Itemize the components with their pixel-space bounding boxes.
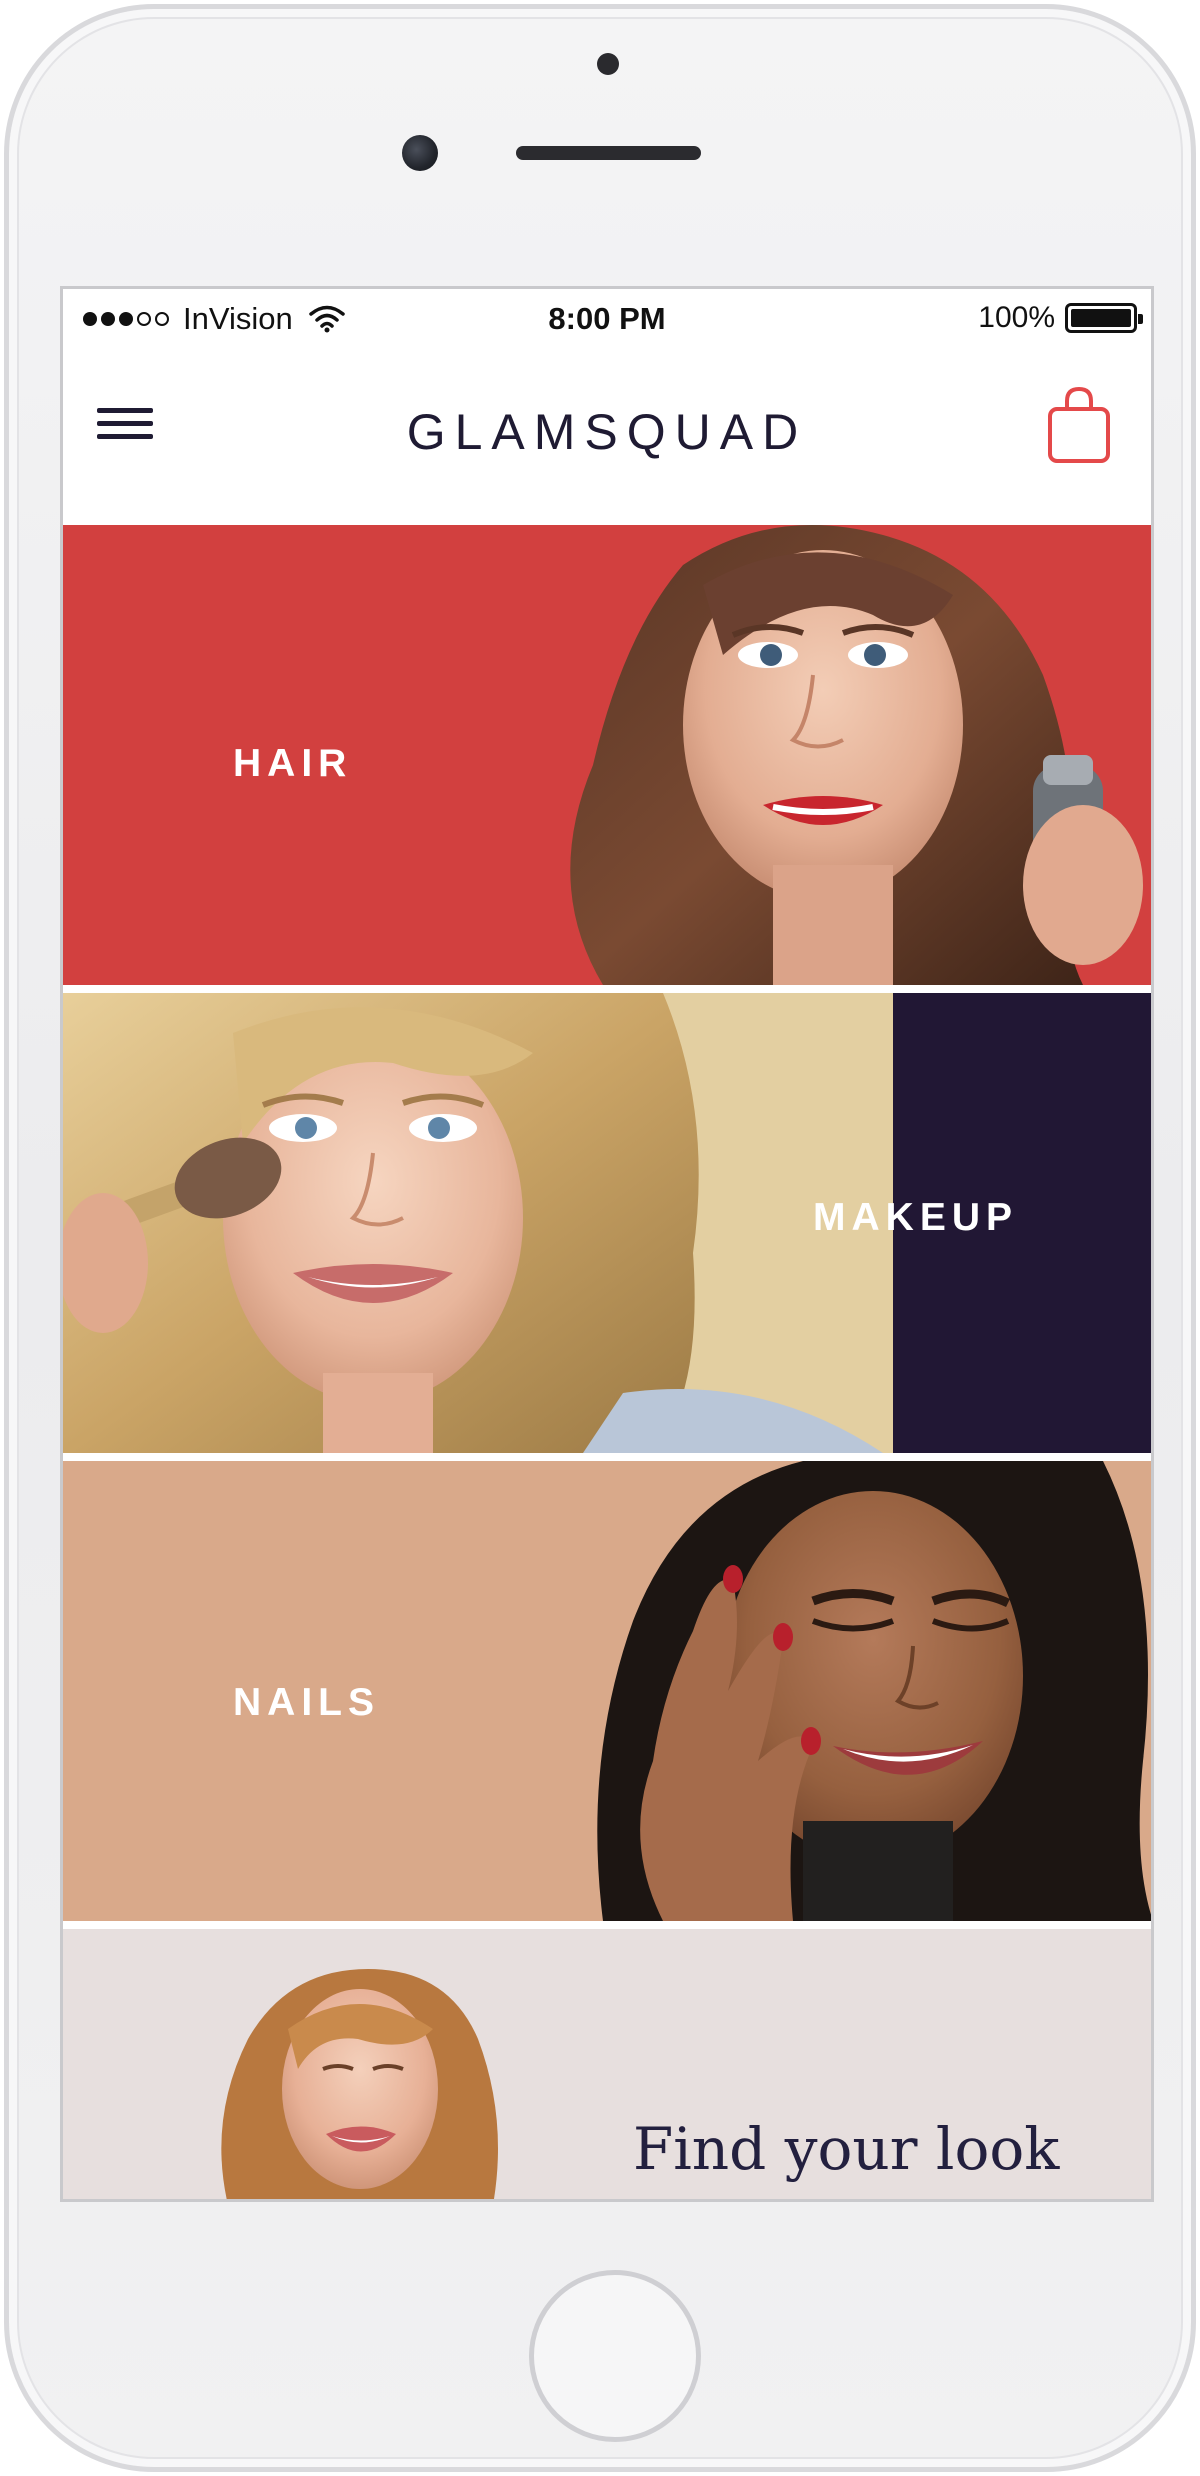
battery-percent: 100% [978, 301, 1055, 334]
makeup-model-photo [63, 993, 893, 1453]
nails-model-photo [597, 1461, 1151, 1921]
proximity-sensor [597, 53, 619, 75]
front-camera [402, 135, 438, 171]
find-your-look-tile[interactable]: Find your look [63, 1929, 1151, 2199]
find-your-look-label: Find your look [633, 2115, 1060, 2183]
app-screen: InVision 8:00 PM 100% GLAMSQUAD HAIR MAK… [60, 286, 1154, 2202]
category-label-nails: NAILS [233, 1681, 380, 1724]
earpiece-speaker [516, 146, 701, 160]
category-tile-makeup[interactable]: MAKEUP [63, 993, 1151, 1453]
status-right: 100% [978, 301, 1143, 335]
category-tile-nails[interactable]: NAILS [63, 1461, 1151, 1921]
battery-icon [1065, 303, 1143, 333]
hair-model-photo [570, 525, 1143, 985]
brand-logo: GLAMSQUAD [406, 404, 808, 460]
category-label-hair: HAIR [233, 742, 353, 785]
shopping-bag-icon[interactable] [1045, 385, 1113, 465]
category-label-makeup: MAKEUP [813, 1196, 1019, 1239]
app-header: GLAMSQUAD [63, 345, 1151, 519]
status-bar: InVision 8:00 PM 100% [63, 289, 1151, 345]
home-button[interactable] [529, 2270, 701, 2442]
find-look-model-photo [221, 1969, 498, 2199]
category-tile-hair[interactable]: HAIR [63, 525, 1151, 985]
